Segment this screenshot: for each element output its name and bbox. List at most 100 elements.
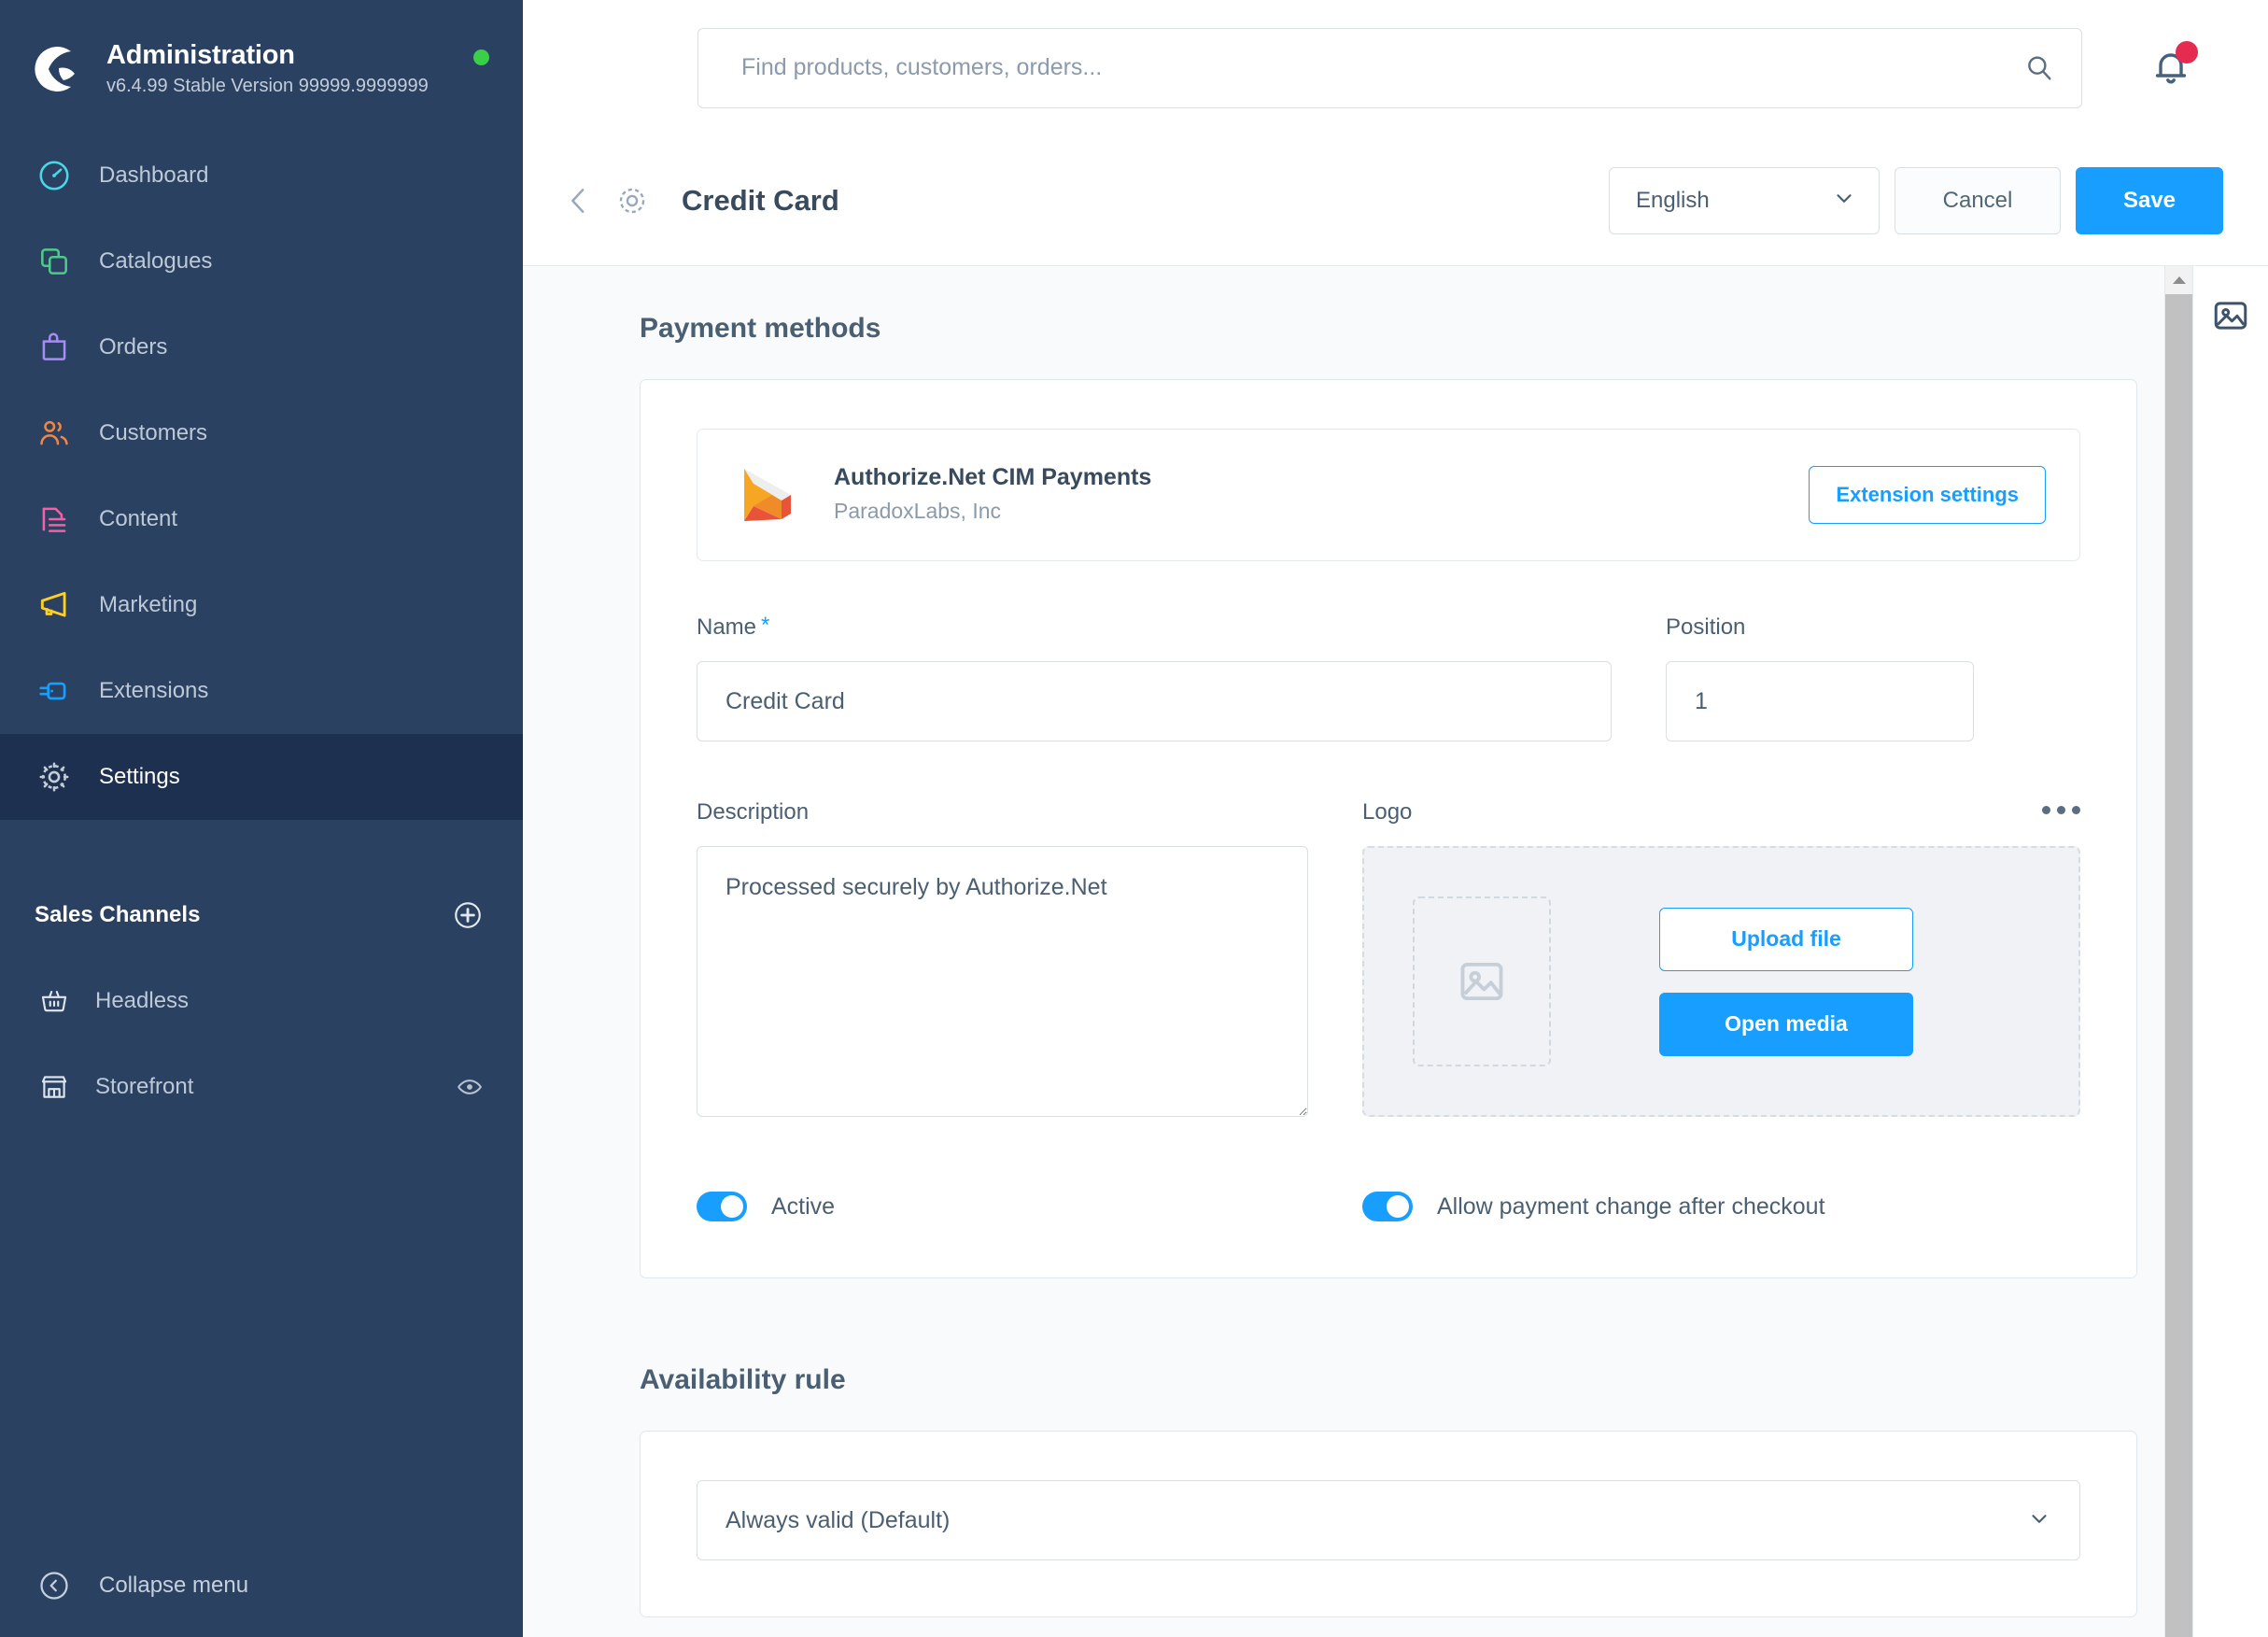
main-area: Credit Card English Cancel Save Payment … — [523, 0, 2268, 1637]
chevron-down-icon — [2027, 1506, 2051, 1535]
sidebar-item-orders[interactable]: Orders — [0, 304, 523, 390]
sidebar-item-label: Orders — [99, 334, 168, 360]
logo-buttons: Upload file Open media — [1659, 907, 1913, 1056]
topbar — [523, 0, 2268, 135]
position-label: Position — [1666, 614, 1746, 640]
media-image-icon[interactable] — [2211, 296, 2250, 335]
chevron-down-icon — [1832, 186, 1856, 215]
name-position-row: Name * Position — [697, 614, 2080, 741]
brand-header: Administration v6.4.99 Stable Version 99… — [0, 0, 523, 112]
gear-icon[interactable] — [614, 183, 650, 219]
availability-rule-select[interactable]: Always valid (Default) — [697, 1480, 2080, 1560]
name-input[interactable] — [697, 661, 1612, 741]
search-input[interactable] — [741, 54, 2023, 81]
sidebar-item-marketing[interactable]: Marketing — [0, 562, 523, 648]
name-label: Name * — [697, 614, 1612, 641]
channel-label: Headless — [95, 988, 190, 1013]
active-toggle-cell: Active — [697, 1192, 1362, 1221]
extension-name: Authorize.Net CIM Payments — [834, 464, 1152, 491]
ellipsis-icon[interactable] — [2042, 799, 2080, 814]
eye-icon[interactable] — [456, 1073, 484, 1101]
collapse-menu-button[interactable]: Collapse menu — [0, 1534, 523, 1637]
channel-label: Storefront — [95, 1074, 194, 1099]
content-scroll: Payment methods Authorize.Net CIM Paymen… — [523, 266, 2268, 1637]
extension-settings-button[interactable]: Extension settings — [1809, 466, 2046, 524]
scrollbar-thumb[interactable] — [2165, 294, 2193, 1637]
active-toggle[interactable] — [697, 1192, 747, 1221]
content-area: Payment methods Authorize.Net CIM Paymen… — [523, 266, 2268, 1637]
brand-text: Administration v6.4.99 Stable Version 99… — [106, 39, 466, 99]
status-dot — [473, 49, 489, 65]
name-label-text: Name — [697, 614, 757, 640]
description-logo-row: Description Logo — [697, 799, 2080, 1117]
settings-gear-icon — [28, 759, 80, 795]
payment-methods-title: Payment methods — [640, 313, 881, 344]
vertical-scrollbar[interactable] — [2164, 266, 2193, 1637]
sidebar-item-label: Extensions — [99, 678, 209, 703]
language-select[interactable]: English — [1609, 166, 1880, 234]
logo-dropzone[interactable]: Upload file Open media — [1362, 846, 2080, 1117]
dashboard-gauge-icon — [28, 158, 80, 193]
cancel-button[interactable]: Cancel — [1895, 166, 2061, 234]
availability-rule-value: Always valid (Default) — [725, 1506, 951, 1533]
storefront-icon — [28, 1071, 80, 1103]
chevron-left-circle-icon — [28, 1569, 80, 1602]
description-field-group: Description — [697, 799, 1308, 1117]
catalogues-stack-icon — [28, 244, 80, 279]
allow-payment-change-toggle[interactable] — [1362, 1192, 1413, 1221]
save-button[interactable]: Save — [2076, 166, 2223, 234]
name-field-group: Name * — [697, 614, 1612, 741]
sidebar-item-label: Marketing — [99, 592, 198, 617]
sidebar-item-label: Dashboard — [99, 162, 209, 188]
sidebar-item-label: Content — [99, 506, 178, 531]
availability-rule-card: Always valid (Default) — [640, 1431, 2137, 1617]
active-toggle-label: Active — [771, 1192, 836, 1220]
customers-people-icon — [28, 416, 80, 451]
content-document-icon — [28, 501, 80, 537]
orders-bag-icon — [28, 330, 80, 365]
chevron-left-icon[interactable] — [560, 182, 598, 219]
paradoxlabs-triangle-logo-icon — [731, 458, 806, 532]
image-placeholder-icon — [1413, 896, 1551, 1066]
sidebar-item-content[interactable]: Content — [0, 476, 523, 562]
open-media-button[interactable]: Open media — [1659, 992, 1913, 1056]
description-textarea[interactable] — [697, 846, 1308, 1117]
sidebar-item-headless[interactable]: Headless — [0, 958, 523, 1044]
global-search[interactable] — [697, 27, 2082, 108]
admin-app: Administration v6.4.99 Stable Version 99… — [0, 0, 2268, 1637]
availability-rule-title: Availability rule — [640, 1364, 846, 1395]
extension-texts: Authorize.Net CIM Payments ParadoxLabs, … — [834, 462, 1809, 527]
position-field-group: Position — [1666, 614, 1974, 741]
extension-summary-row: Authorize.Net CIM Payments ParadoxLabs, … — [697, 429, 2080, 561]
sidebar-item-label: Catalogues — [99, 248, 213, 274]
search-icon[interactable] — [2023, 52, 2055, 84]
right-rail — [2192, 266, 2268, 1637]
required-marker: * — [761, 613, 770, 638]
triangle-up-icon[interactable] — [2165, 266, 2193, 294]
sidebar-item-settings[interactable]: Settings — [0, 734, 523, 820]
basket-icon — [28, 985, 80, 1017]
logo-header: Logo — [1362, 799, 2080, 826]
sidebar-item-storefront[interactable]: Storefront — [0, 1044, 523, 1130]
brand-version: v6.4.99 Stable Version 99999.9999999 — [106, 75, 429, 96]
content-inner: Payment methods Authorize.Net CIM Paymen… — [523, 266, 2268, 1617]
sidebar-item-dashboard[interactable]: Dashboard — [0, 133, 523, 219]
plus-circle-icon[interactable] — [452, 899, 484, 931]
sales-channels-header: Sales Channels — [0, 872, 523, 958]
sidebar-item-customers[interactable]: Customers — [0, 390, 523, 476]
page-header: Credit Card English Cancel Save — [523, 135, 2268, 266]
notification-badge — [2176, 40, 2198, 64]
extensions-plug-icon — [28, 673, 80, 709]
notifications-button[interactable] — [2148, 40, 2198, 93]
description-label: Description — [697, 799, 810, 825]
upload-file-button[interactable]: Upload file — [1659, 907, 1913, 971]
shopware-logo-icon — [28, 40, 86, 98]
sidebar-item-catalogues[interactable]: Catalogues — [0, 219, 523, 304]
logo-field-group: Logo Upload file Open media — [1362, 799, 2080, 1117]
position-input[interactable] — [1666, 661, 1974, 741]
sales-channels-title: Sales Channels — [35, 902, 201, 927]
sidebar-item-extensions[interactable]: Extensions — [0, 648, 523, 734]
extension-vendor: ParadoxLabs, Inc — [834, 499, 1002, 524]
main-navigation: Dashboard Catalogues Orders Customers Co… — [0, 133, 523, 820]
toggles-row: Active Allow payment change after checko… — [697, 1192, 2080, 1221]
